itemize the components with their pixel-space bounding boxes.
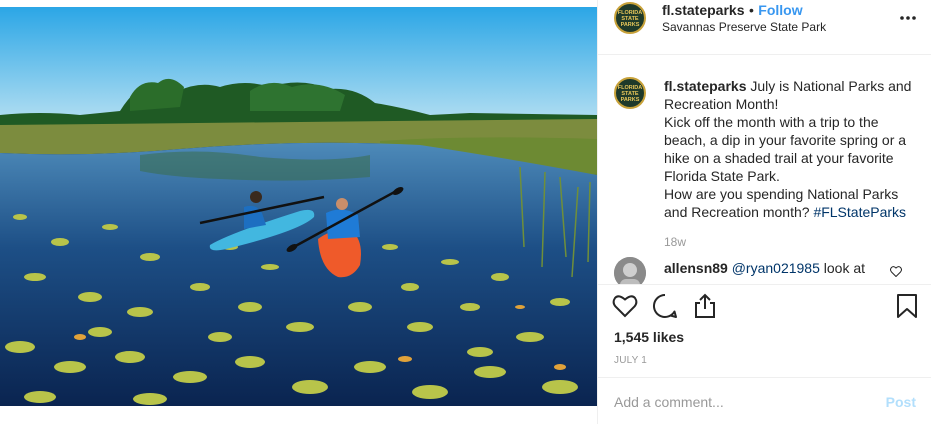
post-comment-button[interactable]: Post (886, 394, 916, 410)
more-horizontal-icon[interactable] (900, 16, 916, 20)
author-username[interactable]: fl.stateparks (662, 2, 744, 18)
caption-text: fl.stateparks July is National Parks and… (664, 77, 914, 221)
caption-comments-area: FLORIDA STATE PARKS fl.stateparks July i… (598, 55, 931, 285)
likes-count[interactable]: 1,545 likes (614, 329, 684, 345)
post-date: JULY 1 (614, 355, 648, 366)
caption-avatar[interactable]: FLORIDA STATE PARKS (614, 77, 646, 109)
follow-button[interactable]: Follow (758, 2, 802, 18)
comment-text: allensn89 @ryan021985 look at (664, 260, 865, 276)
comment-like-icon[interactable] (890, 266, 902, 277)
comment-body: look at (819, 260, 866, 276)
post-header: FLORIDA STATE PARKS fl.stateparks • Foll… (598, 0, 931, 55)
post-location[interactable]: Savannas Preserve State Park (662, 20, 826, 34)
comment-mention[interactable]: @ryan021985 (732, 260, 820, 276)
comment-input[interactable] (614, 392, 854, 412)
comment-item: allensn89 @ryan021985 look at (614, 255, 914, 284)
bookmark-icon[interactable] (894, 293, 920, 319)
commenter-avatar[interactable] (614, 257, 646, 284)
post-actions (598, 285, 931, 329)
author-avatar[interactable]: FLORIDA STATE PARKS (614, 2, 646, 34)
photo-bottom-strip (0, 406, 597, 424)
commenter-username[interactable]: allensn89 (664, 260, 728, 276)
separator-dot: • (748, 2, 754, 18)
caption-username[interactable]: fl.stateparks (664, 78, 746, 94)
post-photo[interactable] (0, 7, 597, 406)
post-side-panel: FLORIDA STATE PARKS fl.stateparks • Foll… (597, 0, 931, 424)
add-comment-bar: Post (598, 377, 931, 425)
share-icon[interactable] (692, 293, 718, 319)
caption-hashtag[interactable]: #FLStateParks (813, 204, 906, 220)
kayak-landscape-image (0, 7, 597, 406)
avatar-logo-text: FLORIDA STATE PARKS (617, 85, 643, 103)
comment-bubble-icon[interactable] (652, 293, 678, 319)
caption-line-2: Kick off the month with a trip to the be… (664, 114, 907, 184)
caption-time-ago[interactable]: 18w (664, 235, 686, 249)
heart-icon[interactable] (612, 293, 638, 319)
avatar-logo-text: FLORIDA STATE PARKS (617, 10, 643, 28)
